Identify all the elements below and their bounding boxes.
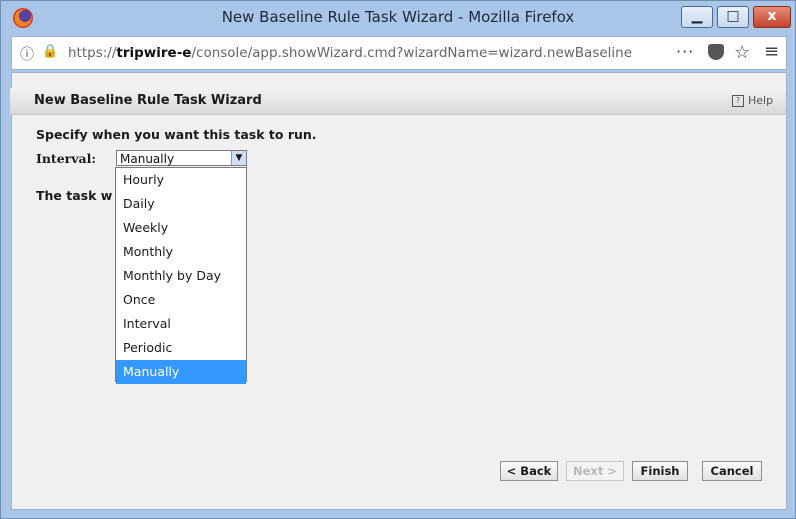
schedule-prompt: Specify when you want this task to run.	[36, 127, 317, 142]
dropdown-option-once[interactable]: Once	[116, 288, 246, 312]
url-path: /console/app.showWizard.cmd?wizardName=w…	[191, 45, 633, 61]
page-actions-icon[interactable]: ···	[676, 42, 694, 61]
dropdown-option-manually[interactable]: Manually	[116, 360, 246, 384]
info-icon[interactable]: ⓘ	[20, 44, 34, 64]
close-icon: x	[767, 8, 777, 24]
interval-select-value: Manually	[120, 152, 175, 166]
help-link[interactable]: ? Help	[732, 94, 773, 107]
url-prefix: https://	[68, 45, 117, 61]
minimize-icon: ▁	[691, 8, 703, 24]
menu-icon[interactable]: ≡	[764, 41, 779, 62]
dropdown-option-daily[interactable]: Daily	[116, 192, 246, 216]
cancel-button[interactable]: Cancel	[702, 461, 762, 481]
interval-select[interactable]: Manually ▼	[116, 150, 247, 166]
back-button[interactable]: < Back	[500, 461, 558, 481]
dropdown-option-hourly[interactable]: Hourly	[116, 168, 246, 192]
dropdown-option-monthly[interactable]: Monthly	[116, 240, 246, 264]
dropdown-option-interval[interactable]: Interval	[116, 312, 246, 336]
chevron-down-icon[interactable]: ▼	[231, 151, 246, 165]
interval-label: Interval:	[36, 151, 96, 166]
title-bar[interactable]: New Baseline Rule Task Wizard - Mozilla …	[1, 1, 795, 35]
close-button[interactable]: x	[753, 6, 791, 28]
next-button[interactable]: Next >	[566, 461, 624, 481]
pocket-icon[interactable]	[708, 44, 724, 60]
wizard-title: New Baseline Rule Task Wizard	[34, 93, 262, 108]
wizard-header: New Baseline Rule Task Wizard ? Help	[10, 88, 786, 115]
lock-warning-icon[interactable]: 🔒	[42, 44, 58, 59]
url-host: tripwire-e	[116, 45, 192, 61]
finish-button[interactable]: Finish	[632, 461, 688, 481]
maximize-button[interactable]: □	[717, 6, 749, 28]
help-icon: ?	[732, 95, 744, 107]
dropdown-option-periodic[interactable]: Periodic	[116, 336, 246, 360]
address-bar[interactable]: ⓘ 🔒 https://tripwire-e/console/app.showW…	[11, 36, 787, 70]
maximize-icon: □	[726, 8, 740, 24]
dropdown-option-weekly[interactable]: Weekly	[116, 216, 246, 240]
interval-dropdown-list[interactable]: Hourly Daily Weekly Monthly Monthly by D…	[115, 167, 247, 384]
minimize-button[interactable]: ▁	[681, 6, 713, 28]
url-text[interactable]: https://tripwire-e/console/app.showWizar…	[68, 45, 668, 61]
dropdown-option-monthly-by-day[interactable]: Monthly by Day	[116, 264, 246, 288]
window-title: New Baseline Rule Task Wizard - Mozilla …	[221, 8, 575, 26]
help-label: Help	[748, 94, 774, 107]
bookmark-star-icon[interactable]: ☆	[734, 42, 750, 63]
